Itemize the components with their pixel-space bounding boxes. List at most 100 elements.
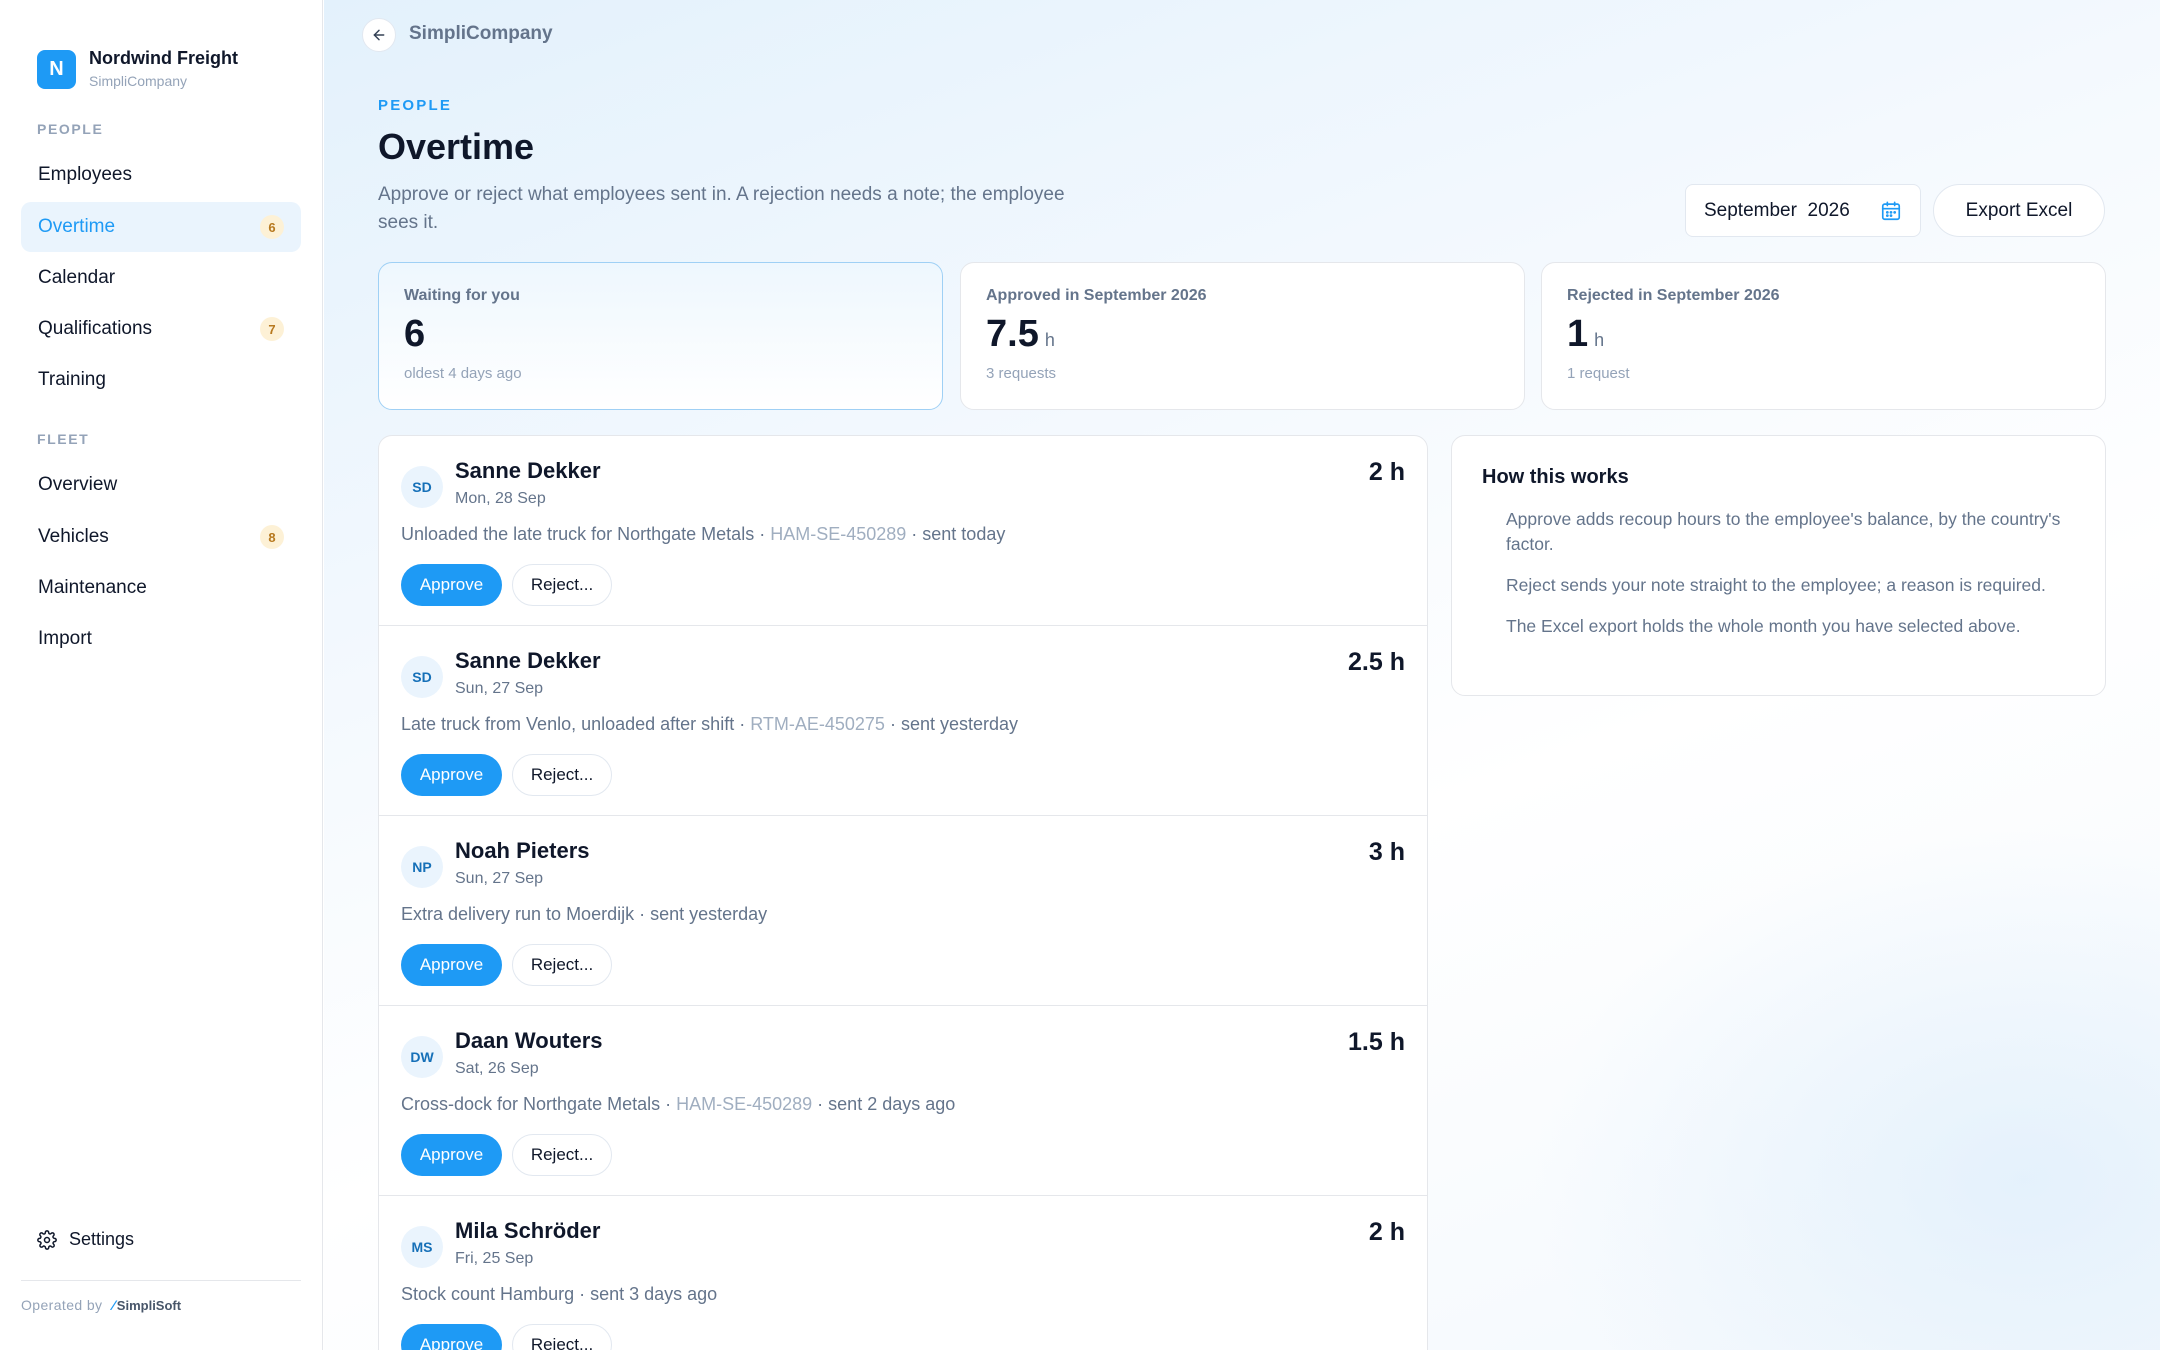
table-row: SD Sanne Dekker Mon, 28 Sep 2 h Unloaded… — [379, 436, 1427, 626]
stat-unit: h — [1044, 330, 1055, 350]
sidebar-item-vehicles[interactable]: Vehicles 8 — [21, 512, 301, 562]
request-hours: 2 h — [1368, 1218, 1405, 1246]
sidebar-item-calendar[interactable]: Calendar — [21, 253, 301, 303]
approve-button[interactable]: Approve — [401, 1324, 502, 1350]
request-description: Extra delivery run to Moerdijk · sent ye… — [401, 904, 767, 925]
sent-time: sent 3 days ago — [590, 1284, 718, 1304]
description-text: Unloaded the late truck for Northgate Me… — [401, 524, 755, 544]
employee-name: Sanne Dekker — [455, 458, 601, 483]
back-button[interactable] — [362, 18, 396, 52]
calendar-icon[interactable] — [1880, 200, 1902, 222]
approve-button[interactable]: Approve — [401, 564, 502, 606]
vendor-mark-icon: ⁄ — [112, 1297, 115, 1313]
avatar: NP — [401, 846, 443, 888]
sidebar-item-label: Qualifications — [38, 318, 153, 339]
reject-button[interactable]: Reject... — [512, 944, 612, 986]
request-hours: 2.5 h — [1348, 648, 1405, 676]
count-badge: 6 — [260, 215, 284, 239]
org-subtitle: SimpliCompany — [89, 73, 188, 89]
sent-time: sent 2 days ago — [828, 1094, 956, 1114]
vendor-logo: ⁄ SimpliSoft — [112, 1297, 181, 1313]
separator: · — [906, 524, 923, 544]
request-date: Sat, 26 Sep — [455, 1060, 539, 1077]
separator: · — [634, 904, 651, 924]
request-description: Stock count Hamburg · sent 3 days ago — [401, 1284, 717, 1305]
sent-time: sent yesterday — [900, 714, 1018, 734]
sidebar-item-maintenance[interactable]: Maintenance — [21, 563, 301, 613]
export-excel-button[interactable]: Export Excel — [1933, 184, 2105, 237]
employee-name: Daan Wouters — [455, 1028, 603, 1053]
month-year: 2026 — [1807, 199, 1850, 221]
sent-time: sent today — [922, 524, 1006, 544]
reject-button[interactable]: Reject... — [512, 1324, 612, 1350]
sidebar-item-import[interactable]: Import — [21, 614, 301, 664]
sidebar-item-training[interactable]: Training — [21, 355, 301, 405]
sidebar-item-label: Maintenance — [38, 577, 147, 598]
sidebar-item-qualifications[interactable]: Qualifications 7 — [21, 304, 301, 354]
sidebar: N Nordwind Freight SimpliCompany PEOPLE … — [0, 0, 323, 1350]
gear-icon — [37, 1229, 57, 1250]
month-picker[interactable]: September 2026 — [1685, 184, 1921, 237]
stat-label: Waiting for you — [404, 287, 520, 304]
table-row: SD Sanne Dekker Sun, 27 Sep 2.5 h Late t… — [379, 626, 1427, 816]
reference-code: RTM-AE-450275 — [750, 714, 885, 734]
sidebar-item-label: Overtime — [38, 216, 116, 237]
request-date: Mon, 28 Sep — [455, 490, 546, 507]
sidebar-item-overtime[interactable]: Overtime 6 — [21, 202, 301, 252]
table-row: NP Noah Pieters Sun, 27 Sep 3 h Extra de… — [379, 816, 1427, 1006]
sidebar-item-label: Calendar — [38, 267, 116, 288]
settings-link[interactable]: Settings — [37, 1229, 134, 1250]
nav-section-fleet: FLEET — [37, 431, 90, 447]
stat-label: Approved in September 2026 — [986, 287, 1207, 304]
help-item: Reject sends your note straight to the e… — [1506, 575, 2046, 595]
sidebar-item-label: Import — [38, 628, 92, 649]
sidebar-item-overview[interactable]: Overview — [21, 460, 301, 510]
section-eyebrow: PEOPLE — [378, 97, 453, 114]
separator: · — [884, 714, 901, 734]
description-text: Cross-dock for Northgate Metals — [401, 1094, 661, 1114]
sidebar-item-label: Vehicles — [38, 526, 109, 547]
sidebar-item-label: Training — [38, 369, 106, 390]
separator: · — [660, 1094, 677, 1114]
stat-note: 1 request — [1567, 365, 1630, 382]
count-badge: 8 — [260, 525, 284, 549]
approve-button[interactable]: Approve — [401, 944, 502, 986]
separator: · — [812, 1094, 829, 1114]
reject-button[interactable]: Reject... — [512, 564, 612, 606]
avatar: MS — [401, 1226, 443, 1268]
month-value: September 2026 — [1704, 200, 1880, 222]
reference-code: HAM-SE-450289 — [770, 524, 907, 544]
stat-value: 1 — [1567, 313, 1589, 355]
description-text: Extra delivery run to Moerdijk — [401, 904, 635, 924]
overtime-request-list: SD Sanne Dekker Mon, 28 Sep 2 h Unloaded… — [378, 435, 1428, 1350]
approve-button[interactable]: Approve — [401, 754, 502, 796]
request-hours: 3 h — [1368, 838, 1405, 866]
reject-button[interactable]: Reject... — [512, 754, 612, 796]
sent-time: sent yesterday — [650, 904, 768, 924]
org-name: Nordwind Freight — [89, 48, 238, 68]
help-item: The Excel export holds the whole month y… — [1506, 616, 2021, 636]
table-row: DW Daan Wouters Sat, 26 Sep 1.5 h Cross-… — [379, 1006, 1427, 1196]
sidebar-item-label: Overview — [38, 474, 118, 495]
stat-value: 6 — [404, 313, 426, 355]
operated-by: Operated by ⁄ SimpliSoft — [21, 1297, 181, 1313]
request-date: Sun, 27 Sep — [455, 870, 544, 887]
org-logo: N — [37, 50, 76, 89]
how-this-works-panel: How this works Approve adds recoup hours… — [1451, 435, 2106, 696]
main-content: SimpliCompany PEOPLE Overtime Approve or… — [324, 0, 2160, 1350]
sidebar-item-employees[interactable]: Employees — [21, 150, 301, 200]
help-title: How this works — [1482, 466, 1629, 488]
breadcrumb[interactable]: SimpliCompany — [409, 23, 553, 45]
request-date: Sun, 27 Sep — [455, 680, 544, 697]
reject-button[interactable]: Reject... — [512, 1134, 612, 1176]
request-description: Unloaded the late truck for Northgate Me… — [401, 524, 1005, 545]
arrow-left-icon — [373, 29, 385, 41]
request-date: Fri, 25 Sep — [455, 1250, 534, 1267]
stat-label: Rejected in September 2026 — [1567, 287, 1780, 304]
avatar: SD — [401, 466, 443, 508]
separator: · — [754, 524, 771, 544]
stat-unit: h — [1594, 330, 1605, 350]
page-description: Approve or reject what employees sent in… — [378, 184, 1065, 233]
approve-button[interactable]: Approve — [401, 1134, 502, 1176]
help-item: Approve adds recoup hours to the employe… — [1506, 509, 2061, 554]
